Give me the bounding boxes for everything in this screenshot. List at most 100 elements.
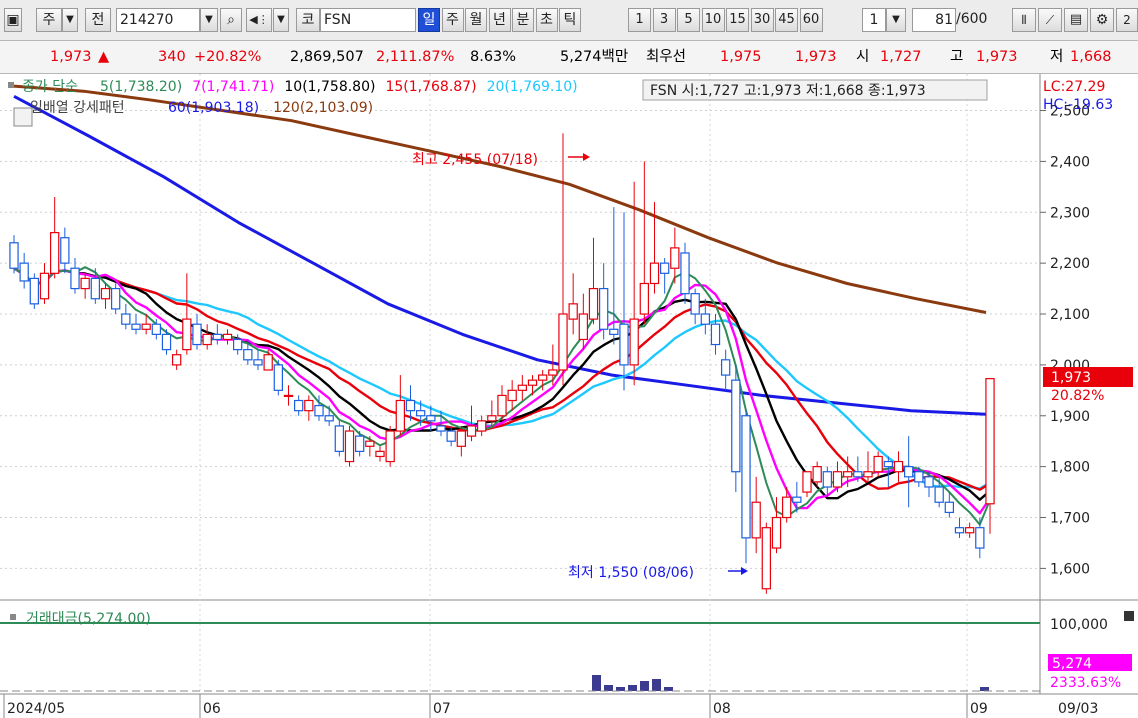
candle [700, 313, 710, 325]
candle [49, 232, 60, 274]
candle [477, 420, 487, 432]
candle [527, 379, 538, 386]
candle [710, 323, 721, 346]
candle [151, 323, 161, 335]
candle [781, 496, 792, 519]
volume-bar [664, 687, 673, 691]
candle [670, 247, 680, 269]
candle [192, 323, 202, 346]
candle [141, 323, 151, 330]
tab-3[interactable]: 월 [465, 8, 487, 32]
candle [903, 466, 914, 478]
y-tick-label: 1,700 [1050, 511, 1090, 527]
candle [436, 425, 446, 432]
ask-price: 1,975 [720, 49, 762, 65]
candle [944, 501, 954, 514]
date-label-current: 09/03 [1058, 701, 1098, 717]
candle [619, 323, 629, 366]
period-select[interactable]: 주 [36, 8, 62, 32]
speaker-dropdown-icon[interactable]: ▼ [273, 8, 289, 32]
candle [893, 460, 904, 473]
interval-60[interactable]: 60 [799, 8, 823, 32]
candle [233, 338, 243, 351]
volume-bar [616, 687, 625, 691]
tab-6[interactable]: 초 [535, 8, 558, 32]
interval-45[interactable]: 45 [775, 8, 798, 32]
candle [334, 425, 344, 452]
trade-amount: 5,274백만 [560, 49, 629, 65]
tab-4[interactable]: 년 [488, 8, 511, 32]
candle [863, 471, 873, 478]
candle [507, 389, 517, 402]
candle [558, 313, 568, 371]
candle [497, 394, 507, 417]
candle [131, 323, 141, 330]
trend-icon[interactable]: ⟋ [1038, 8, 1062, 32]
legend-marker-icon [8, 82, 14, 88]
high-annotation: 최고 2,455 (07/18) [412, 152, 538, 168]
code-dropdown-icon[interactable]: ▼ [200, 8, 218, 32]
save-icon[interactable]: ▤ [1064, 8, 1088, 32]
candle [161, 333, 172, 351]
chart-toolbar: ▣ 주 ▼ 전 214270 ▼ ⌕ ◀⋮ ▼ 코 FSN 일주월년분초틱 13… [0, 0, 1138, 41]
ohlc-text: FSN 시:1,727 고:1,973 저:1,668 종:1,973 [650, 83, 926, 99]
period-dropdown-icon[interactable]: ▼ [62, 8, 78, 32]
tab-7[interactable]: 틱 [559, 8, 581, 32]
y-tick-label: 2,100 [1050, 307, 1090, 323]
prev-button[interactable]: 전 [85, 8, 111, 32]
volume-bar [592, 675, 601, 691]
candle [294, 399, 304, 412]
volume-axis-top: 100,000 [1050, 617, 1108, 633]
interval-5[interactable]: 5 [677, 8, 700, 32]
interval-3[interactable]: 3 [652, 8, 676, 32]
candle-icon[interactable]: ⫴ [1012, 8, 1036, 32]
candle [964, 527, 975, 534]
interval-1[interactable]: 1 [628, 8, 651, 32]
panel-close-icon[interactable] [1124, 611, 1134, 621]
interval-dropdown-icon[interactable]: ▼ [886, 8, 906, 32]
ask-label: 최우선 [646, 49, 687, 65]
settings-icon[interactable]: ⚙ [1090, 8, 1114, 32]
candle [924, 476, 934, 488]
candle [934, 486, 944, 503]
more-icon[interactable]: 2 [1116, 8, 1138, 32]
price-change: 340 [158, 49, 186, 65]
current-price-pct: 20.82% [1051, 388, 1104, 404]
candle [344, 430, 355, 463]
open-price: 1,727 [880, 49, 922, 65]
candle [639, 282, 649, 315]
price-chart[interactable]: 2,5002,4002,3002,2002,1002,0001,9001,800… [0, 74, 1138, 718]
window-menu-icon[interactable]: ▣ [4, 8, 22, 32]
speaker-icon[interactable]: ◀⋮ [246, 8, 272, 32]
market-button[interactable]: 코 [296, 8, 320, 32]
candle [771, 516, 782, 549]
candle [80, 277, 90, 290]
candle [375, 450, 385, 458]
candle [761, 527, 771, 590]
count-input[interactable]: 81 [912, 8, 956, 32]
symbol-input[interactable]: FSN [320, 8, 416, 32]
search-icon[interactable]: ⌕ [220, 8, 242, 32]
code-input[interactable]: 214270 [116, 8, 200, 32]
candle [385, 430, 395, 463]
candle [822, 471, 832, 488]
candle [659, 262, 670, 274]
interval-input[interactable]: 1 [862, 8, 886, 32]
hc-value: HC:-19.63 [1043, 97, 1113, 113]
candle [243, 349, 253, 361]
volume: 2,869,507 [290, 49, 364, 65]
price-change-pct: +20.82% [194, 49, 262, 65]
tab-5[interactable]: 분 [512, 8, 534, 32]
candle [629, 318, 639, 366]
interval-30[interactable]: 30 [750, 8, 774, 32]
candle [578, 313, 588, 341]
candle [690, 293, 700, 315]
tab-2[interactable]: 주 [441, 8, 464, 32]
legend-ma-item: 20(1,769.10) [487, 79, 578, 95]
interval-10[interactable]: 10 [701, 8, 725, 32]
tab-1[interactable]: 일 [418, 8, 440, 32]
candle [975, 527, 985, 549]
interval-15[interactable]: 15 [726, 8, 749, 32]
candle [873, 455, 883, 473]
date-label: 09 [970, 701, 988, 717]
